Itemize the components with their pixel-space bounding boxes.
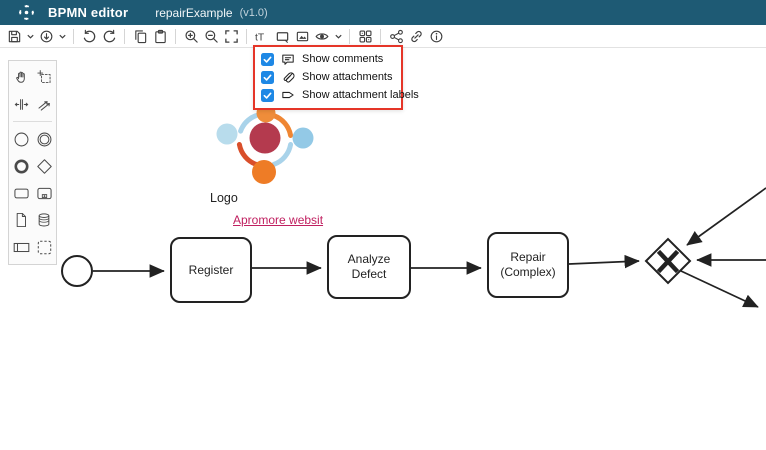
visibility-chevron-icon[interactable] <box>332 26 344 46</box>
toolbar-separator <box>349 29 350 44</box>
task-repair-label-line1: Repair <box>510 250 545 264</box>
apromore-website-link[interactable]: Apromore websit <box>233 213 323 227</box>
apromore-app-icon[interactable] <box>18 4 35 21</box>
menu-item-show-comments[interactable]: Show comments <box>261 50 395 68</box>
flow-repair-gateway[interactable] <box>569 261 639 264</box>
qr-code-button[interactable] <box>355 26 375 46</box>
logo-caption: Logo <box>210 191 238 205</box>
task-repair-label-line2: (Complex) <box>500 265 555 279</box>
create-start-event[interactable] <box>10 127 33 151</box>
lasso-tool[interactable] <box>33 65 56 89</box>
image-button[interactable] <box>292 26 312 46</box>
task-analyze-defect[interactable]: Analyze Defect <box>328 236 410 298</box>
task-repair-complex[interactable]: Repair (Complex) <box>488 233 568 297</box>
zoom-out-button[interactable] <box>201 26 221 46</box>
start-event-shape[interactable] <box>62 256 92 286</box>
copy-button[interactable] <box>130 26 150 46</box>
show-attachment-labels-checkbox[interactable] <box>261 89 274 102</box>
create-data-object[interactable] <box>10 208 33 232</box>
file-name: repairExample <box>155 6 232 20</box>
svg-text:tT: tT <box>255 32 265 43</box>
rectangle-annotation-button[interactable] <box>272 26 292 46</box>
comment-icon <box>281 53 296 66</box>
visibility-eye-button[interactable] <box>312 26 332 46</box>
header-bar: BPMN editor repairExample (v1.0) <box>0 0 766 25</box>
show-comments-checkbox[interactable] <box>261 53 274 66</box>
create-participant-pool[interactable] <box>10 235 33 259</box>
create-task[interactable] <box>10 181 33 205</box>
visibility-dropdown-menu: Show comments Show attachments Show <box>253 45 403 110</box>
space-tool[interactable] <box>10 92 33 116</box>
download-chevron-icon[interactable] <box>56 26 68 46</box>
save-button[interactable] <box>4 26 24 46</box>
download-button[interactable] <box>36 26 56 46</box>
task-analyze-label-line1: Analyze <box>348 252 391 266</box>
zoom-in-button[interactable] <box>181 26 201 46</box>
create-end-event[interactable] <box>10 154 33 178</box>
palette <box>8 60 57 265</box>
link-button[interactable] <box>406 26 426 46</box>
flow-outgoing-bottom[interactable] <box>681 271 758 307</box>
fit-viewport-button[interactable] <box>221 26 241 46</box>
file-version: (v1.0) <box>240 7 268 19</box>
task-register[interactable]: Register <box>171 238 251 302</box>
paperclip-icon <box>281 70 296 84</box>
menu-item-show-attachment-labels[interactable]: Show attachment labels <box>261 86 395 104</box>
save-chevron-icon[interactable] <box>24 26 36 46</box>
create-data-store[interactable] <box>33 208 56 232</box>
bpmn-editor-app: Register Analyze Defect Repair (Complex)… <box>0 0 766 450</box>
toolbar-separator <box>380 29 381 44</box>
task-analyze-label-line2: Defect <box>352 267 387 281</box>
create-intermediate-event[interactable] <box>33 127 56 151</box>
redo-button[interactable] <box>99 26 119 46</box>
toolbar-separator <box>73 29 74 44</box>
create-group[interactable] <box>33 235 56 259</box>
menu-item-label: Show comments <box>302 53 383 65</box>
share-button[interactable] <box>386 26 406 46</box>
task-register-label: Register <box>189 263 234 277</box>
info-button[interactable] <box>426 26 446 46</box>
toolbar-separator <box>124 29 125 44</box>
font-size-button[interactable]: tT <box>252 26 272 46</box>
undo-button[interactable] <box>79 26 99 46</box>
flow-incoming-top[interactable] <box>687 188 766 245</box>
label-tag-icon <box>281 89 296 101</box>
app-title: BPMN editor <box>48 5 128 20</box>
paste-button[interactable] <box>150 26 170 46</box>
hand-tool[interactable] <box>10 65 33 89</box>
toolbar-separator <box>246 29 247 44</box>
exclusive-gateway-shape[interactable] <box>646 239 690 283</box>
menu-item-label: Show attachment labels <box>302 89 419 101</box>
menu-item-show-attachments[interactable]: Show attachments <box>261 68 395 86</box>
create-subprocess[interactable] <box>33 181 56 205</box>
create-gateway[interactable] <box>33 154 56 178</box>
global-connect-tool[interactable] <box>33 92 56 116</box>
menu-item-label: Show attachments <box>302 71 393 83</box>
palette-separator <box>13 121 52 122</box>
toolbar-separator <box>175 29 176 44</box>
apromore-logo-image[interactable] <box>217 104 314 185</box>
show-attachments-checkbox[interactable] <box>261 71 274 84</box>
